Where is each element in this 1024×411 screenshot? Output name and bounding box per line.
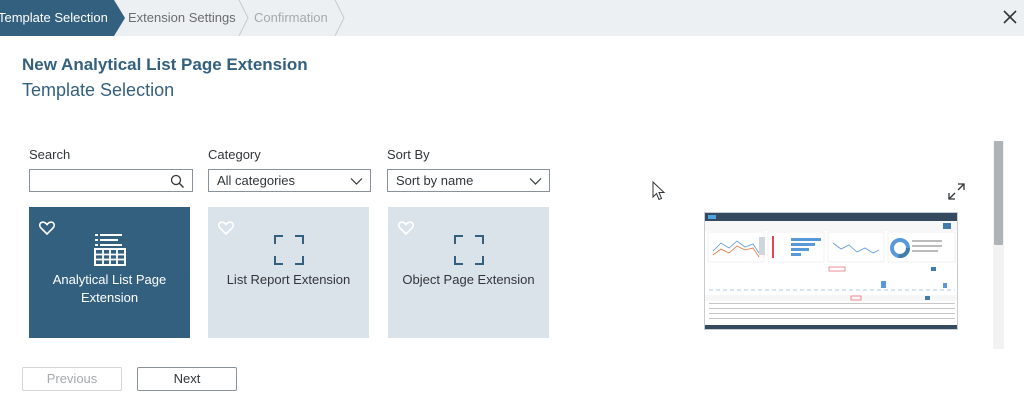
step-template-selection[interactable]: Template Selection: [0, 0, 114, 36]
vertical-scrollbar[interactable]: [993, 141, 1004, 349]
search-label: Search: [29, 147, 71, 162]
sort-select[interactable]: Sort by name: [387, 169, 550, 192]
sort-value: Sort by name: [396, 173, 474, 188]
page-subtitle: Template Selection: [22, 80, 175, 100]
step-confirmation: Confirmation: [254, 0, 328, 36]
category-select[interactable]: All categories: [208, 169, 371, 192]
previous-button[interactable]: Previous: [22, 367, 122, 391]
tile-list-report-extension[interactable]: List Report Extension: [208, 207, 369, 338]
heart-icon[interactable]: [39, 221, 55, 235]
preview-thumbnail: [705, 213, 957, 329]
heart-icon[interactable]: [218, 221, 234, 235]
expand-icon[interactable]: [948, 183, 965, 200]
tile-label: Object Page Extension: [402, 272, 535, 287]
chevron-separator-icon: [334, 0, 345, 36]
step-label: Extension Settings: [128, 10, 236, 25]
template-preview-image: [704, 212, 958, 330]
step-label: Template Selection: [0, 10, 108, 25]
mouse-cursor-icon: [652, 181, 666, 201]
frame-icon: [274, 235, 304, 265]
step-extension-settings[interactable]: Extension Settings: [128, 0, 236, 36]
sort-label: Sort By: [387, 147, 430, 162]
heart-icon[interactable]: [398, 221, 414, 235]
page-title: New Analytical List Page Extension: [22, 55, 308, 74]
category-label: Category: [208, 147, 261, 162]
search-field[interactable]: [29, 169, 193, 192]
active-step-arrow: [114, 0, 125, 36]
wizard-progress-bar: Template Selection Extension Settings Co…: [0, 0, 1024, 36]
table-list-icon: [94, 234, 126, 266]
scrollbar-thumb[interactable]: [994, 141, 1003, 245]
tile-object-page-extension[interactable]: Object Page Extension: [388, 207, 549, 338]
chevron-down-icon[interactable]: [350, 175, 363, 188]
tile-label: Analytical List Page Extension: [52, 272, 167, 305]
next-button[interactable]: Next: [137, 367, 237, 391]
tile-label: List Report Extension: [226, 272, 351, 287]
chevron-down-icon[interactable]: [529, 175, 542, 188]
chevron-separator-icon: [238, 0, 249, 36]
step-label: Confirmation: [254, 10, 328, 25]
search-icon[interactable]: [170, 174, 185, 189]
category-value: All categories: [217, 173, 296, 188]
close-icon[interactable]: [998, 5, 1022, 29]
search-input[interactable]: [38, 170, 168, 191]
tile-analytical-list-page-extension[interactable]: Analytical List Page Extension: [29, 207, 190, 338]
frame-icon: [454, 235, 484, 265]
